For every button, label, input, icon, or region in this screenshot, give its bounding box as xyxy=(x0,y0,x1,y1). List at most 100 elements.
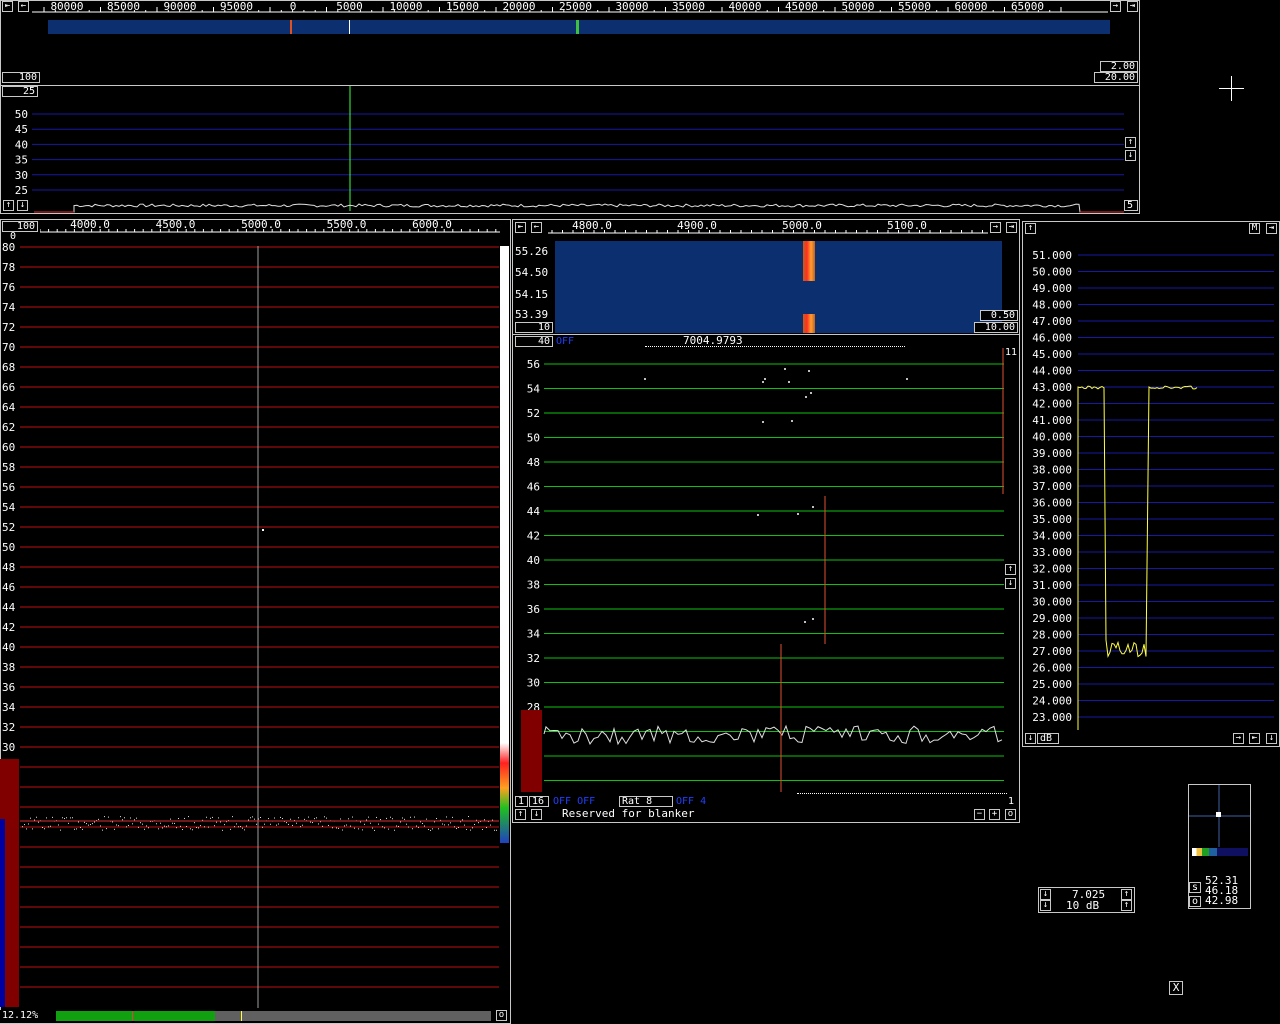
hires-frequency-label: 4900.0 xyxy=(677,219,717,232)
coherent-down-button[interactable]: ↓ xyxy=(1025,733,1036,744)
baseband-noise-point xyxy=(382,826,383,828)
baseband-level-box[interactable]: 100 xyxy=(2,221,38,232)
hires-db-label: 44 xyxy=(527,505,541,518)
wide-top-level-box[interactable]: 100 xyxy=(2,72,40,83)
baseband-noise-point xyxy=(310,821,311,823)
hires-average-box[interactable]: 40 xyxy=(515,336,553,347)
baseband-noise-point xyxy=(392,818,393,820)
baseband-options-button[interactable]: o xyxy=(496,1010,507,1021)
wide-frequency-label: 85000 xyxy=(107,0,140,13)
hires-waterfall-left-box[interactable]: 10 xyxy=(515,322,553,333)
hires-right-arrow-button[interactable]: → xyxy=(990,222,1001,233)
baseband-noise-point xyxy=(422,823,423,825)
coherent-right-arrow-button[interactable]: → xyxy=(1233,733,1244,744)
coherent-up-button[interactable]: ↑ xyxy=(1025,223,1036,234)
coherent-mode-button[interactable]: M xyxy=(1249,223,1260,234)
attenuation-down-button[interactable]: ↓ xyxy=(1040,900,1051,911)
wide-offset-box[interactable]: 20.00 xyxy=(1094,72,1138,83)
coherent-down-arrow-button[interactable]: ↓ xyxy=(1266,733,1277,744)
baseband-noise-point xyxy=(104,816,105,818)
wide-frequency-label: 65000 xyxy=(1011,0,1044,13)
baseband-noise-point xyxy=(416,825,417,827)
coherent-left-button[interactable]: ⇤ xyxy=(1249,733,1260,744)
wide-spectrum-trace xyxy=(34,203,1124,213)
wide-scale-up-button[interactable]: ↑ xyxy=(1125,137,1136,148)
scroll-left-arrow-button[interactable]: ← xyxy=(18,1,29,12)
coherent-right-button[interactable]: ⇥ xyxy=(1266,223,1277,234)
baseband-frequency-label: 5500.0 xyxy=(327,219,367,231)
coherent-value-label: 27.000 xyxy=(1032,645,1072,658)
hires-minus-button[interactable]: − xyxy=(974,809,985,820)
hires-average-state[interactable]: OFF xyxy=(556,337,574,347)
baseband-noise-point xyxy=(34,819,35,821)
wide-waterfall-signal xyxy=(349,20,350,34)
baseband-noise-point xyxy=(140,822,141,824)
baseband-db-label: 48 xyxy=(2,561,15,574)
baseband-noise-point xyxy=(314,818,315,820)
hires-scale-up-button[interactable]: ↑ xyxy=(1005,564,1016,575)
baseband-noise-point xyxy=(396,825,397,827)
baseband-noise-point xyxy=(394,829,395,831)
hires-waterfall-offset-box[interactable]: 10.00 xyxy=(974,322,1018,333)
baseband-noise-point xyxy=(148,827,149,829)
wide-db-label: 25 xyxy=(15,184,28,197)
baseband-noise-point xyxy=(426,818,427,820)
attenuation-up-button[interactable]: ↑ xyxy=(1121,900,1132,911)
baseband-noise-point xyxy=(326,817,327,819)
coherent-graph: 51.000 50.000 49.000 48.000 47.000 46.000 45.0… xyxy=(1032,249,1274,730)
scroll-right-arrow-button[interactable]: → xyxy=(1110,1,1121,12)
baseband-noise-point xyxy=(166,826,167,828)
hires-bottom-down-button[interactable]: ↓ xyxy=(531,809,542,820)
coherent-value-label: 40.000 xyxy=(1032,431,1072,444)
wide-bottom-down-button[interactable]: ↓ xyxy=(17,200,28,211)
hires-right-button[interactable]: ⇥ xyxy=(1006,222,1017,233)
coherent-value-label: 31.000 xyxy=(1032,579,1072,592)
hires-history-point xyxy=(788,381,790,383)
baseband-noise-point xyxy=(22,826,23,828)
scroll-right-button[interactable]: ⇥ xyxy=(1127,1,1138,12)
hires-plus-button[interactable]: + xyxy=(989,809,1000,820)
frequency-up-button[interactable]: ↑ xyxy=(1121,889,1132,900)
coherent-value-label: 26.000 xyxy=(1032,662,1072,675)
scroll-left-button[interactable]: ⇤ xyxy=(2,1,13,12)
coherent-db-button[interactable]: dB xyxy=(1037,733,1059,744)
wide-scale-down-button[interactable]: ↓ xyxy=(1125,150,1136,161)
coherent-value-label: 50.000 xyxy=(1032,266,1072,279)
baseband-noise-point xyxy=(44,828,45,830)
hires-ctrl-off-second[interactable]: OFF 4 xyxy=(676,797,706,807)
hires-options-button[interactable]: o xyxy=(1005,809,1016,820)
wide-right-box[interactable]: 5 xyxy=(1124,200,1138,211)
hires-ctrl-one[interactable]: 1 xyxy=(515,796,528,807)
hires-history-point xyxy=(808,370,810,372)
s-meter-s-button[interactable]: s xyxy=(1189,882,1201,893)
baseband-noise-point xyxy=(492,819,493,821)
hires-ctrl-sixteen[interactable]: 16 xyxy=(529,796,549,807)
baseband-noise-point xyxy=(256,823,257,825)
hires-ctrl-ratio[interactable]: Rat 8 xyxy=(619,796,673,807)
baseband-noise-point xyxy=(418,826,419,828)
baseband-noise-point xyxy=(120,816,121,818)
coherent-value-label: 30.000 xyxy=(1032,596,1072,609)
baseband-noise-point xyxy=(452,816,453,818)
baseband-noise-point xyxy=(410,816,411,818)
baseband-noise-point xyxy=(374,829,375,831)
hires-history-point xyxy=(812,618,814,620)
baseband-noise-point xyxy=(36,816,37,818)
coherent-value-label: 33.000 xyxy=(1032,546,1072,559)
hires-left-button[interactable]: ⇤ xyxy=(515,222,526,233)
baseband-noise-point xyxy=(322,825,323,827)
hires-left-arrow-button[interactable]: ← xyxy=(531,222,542,233)
hires-waterfall-gain-box[interactable]: 0.50 xyxy=(980,310,1018,321)
baseband-db-label: 58 xyxy=(2,461,15,474)
wide-bottom-up-button[interactable]: ↑ xyxy=(3,200,14,211)
baseband-db-label: 56 xyxy=(2,481,15,494)
attenuation-value[interactable]: 10 dB xyxy=(1066,900,1099,911)
s-meter-o-button[interactable]: o xyxy=(1189,896,1201,907)
hires-ctrl-off[interactable]: OFF OFF xyxy=(553,797,595,807)
hires-bottom-up-button[interactable]: ↑ xyxy=(515,809,526,820)
frequency-down-button[interactable]: ↓ xyxy=(1040,889,1051,900)
wide-gain-box[interactable]: 2.00 xyxy=(1100,61,1138,72)
close-icon[interactable]: X xyxy=(1169,981,1183,995)
baseband-noise-point xyxy=(240,826,241,828)
hires-scale-down-button[interactable]: ↓ xyxy=(1005,578,1016,589)
